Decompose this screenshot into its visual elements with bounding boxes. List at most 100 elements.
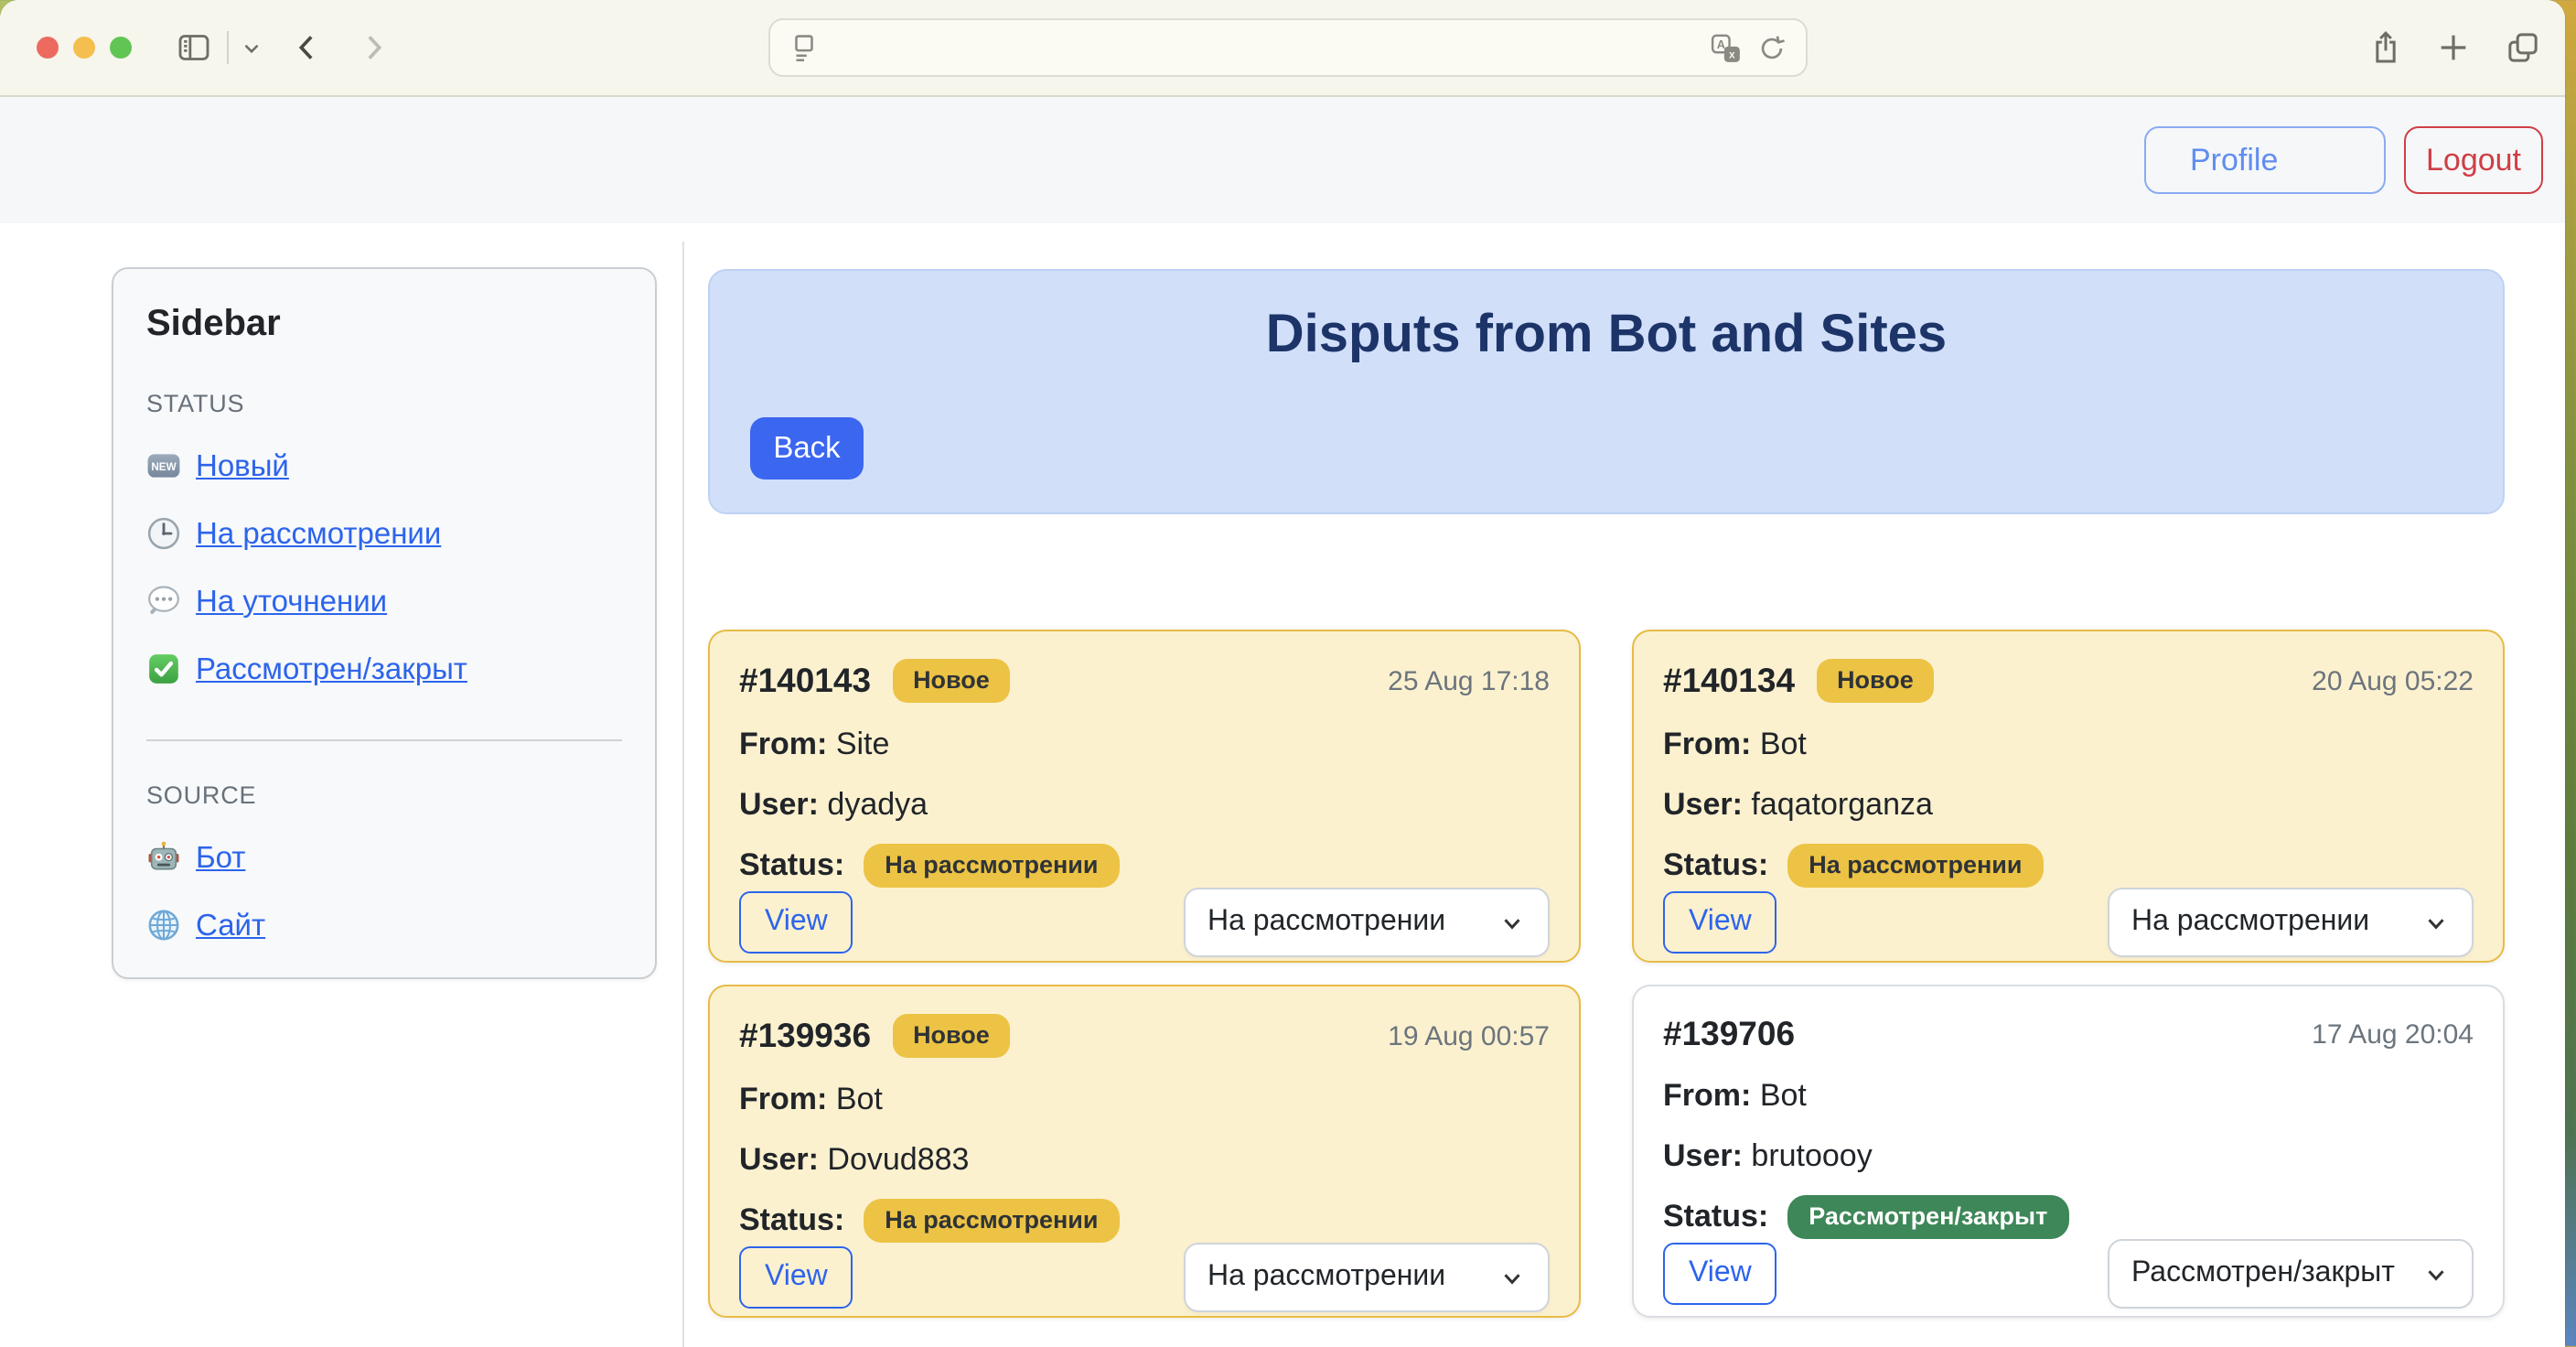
card-actions: View На рассмотрении xyxy=(1663,888,2474,957)
dispute-card: #140134 Новое 20 Aug 05:22 From: Bot Use… xyxy=(1632,630,2505,963)
translate-icon[interactable]: A x xyxy=(1711,32,1742,63)
clock-icon xyxy=(146,516,181,551)
view-button[interactable]: View xyxy=(739,1246,853,1309)
from-row: From: Bot xyxy=(1663,1078,2474,1115)
chevron-down-icon[interactable] xyxy=(240,37,263,60)
sidebar-link-бот[interactable]: Бот xyxy=(146,840,622,877)
status-badge: На рассмотрении xyxy=(863,844,1120,888)
status-badge: Рассмотрен/закрыт xyxy=(1787,1195,2069,1239)
tab-overview-icon[interactable] xyxy=(2505,29,2541,66)
page-header-panel: Disputs from Bot and Sites Back xyxy=(708,269,2505,514)
from-row: From: Site xyxy=(739,727,1550,763)
new-tab-icon[interactable] xyxy=(2435,29,2472,66)
minimize-window-button[interactable] xyxy=(73,37,95,59)
status-badge: На рассмотрении xyxy=(1787,844,2044,888)
from-value: Site xyxy=(836,727,890,761)
sidebar: Sidebar STATUS NEWНовыйНа рассмотренииНа… xyxy=(112,267,657,979)
reload-icon[interactable] xyxy=(1756,32,1787,63)
from-label: From: xyxy=(739,727,827,761)
zoom-window-button[interactable] xyxy=(110,37,132,59)
view-button[interactable]: View xyxy=(739,891,853,954)
dispute-datetime: 17 Aug 20:04 xyxy=(2312,1018,2474,1050)
forward-icon[interactable] xyxy=(355,29,392,66)
status-row: Status: На рассмотрении xyxy=(1663,844,2474,888)
toolbar-divider xyxy=(227,31,229,64)
user-row: User: Dovud883 xyxy=(739,1142,1550,1179)
status-select[interactable]: На рассмотрении xyxy=(1184,1243,1550,1312)
card-header: #140134 Новое 20 Aug 05:22 xyxy=(1663,659,2474,703)
view-button[interactable]: View xyxy=(1663,1243,1777,1305)
status-label: Status: xyxy=(739,1202,844,1239)
close-window-button[interactable] xyxy=(37,37,59,59)
status-select[interactable]: Рассмотрен/закрыт xyxy=(2108,1239,2474,1309)
dispute-id: #140143 xyxy=(739,661,871,701)
page-content: Sidebar STATUS NEWНовыйНа рассмотренииНа… xyxy=(0,223,2565,1347)
svg-text:NEW: NEW xyxy=(151,461,177,473)
sidebar-link-на-рассмотрении[interactable]: На рассмотрении xyxy=(146,516,622,553)
sidebar-toggle-icon[interactable] xyxy=(176,29,212,66)
main-column: Disputs from Bot and Sites Back #140143 … xyxy=(708,269,2505,1318)
user-label: User: xyxy=(1663,787,1743,822)
dispute-datetime: 20 Aug 05:22 xyxy=(2312,665,2474,696)
chevron-down-icon xyxy=(1498,909,1526,936)
status-select[interactable]: На рассмотрении xyxy=(1184,888,1550,957)
column-divider xyxy=(682,242,684,1347)
user-row: User: brutoooy xyxy=(1663,1138,2474,1175)
from-value: Bot xyxy=(1760,727,1807,761)
from-label: From: xyxy=(739,1082,827,1116)
dispute-datetime: 19 Aug 00:57 xyxy=(1388,1020,1550,1051)
app-header: Profile Logout xyxy=(0,97,2565,223)
dispute-id: #139936 xyxy=(739,1016,871,1056)
dispute-id: #139706 xyxy=(1663,1014,1795,1054)
sidebar-link-на-уточнении[interactable]: На уточнении xyxy=(146,584,622,620)
disputes-grid: #140143 Новое 25 Aug 17:18 From: Site Us… xyxy=(708,630,2505,1318)
dispute-card: #139936 Новое 19 Aug 00:57 From: Bot Use… xyxy=(708,985,1581,1318)
from-label: From: xyxy=(1663,1078,1751,1113)
status-badge: На рассмотрении xyxy=(863,1199,1120,1243)
status-links: NEWНовый На рассмотрении На уточнении Рассм… xyxy=(146,448,622,688)
address-bar[interactable]: A x xyxy=(768,18,1808,77)
back-icon[interactable] xyxy=(289,29,326,66)
sidebar-link-рассмотрен-закрыт[interactable]: Рассмотрен/закрыт xyxy=(146,652,622,688)
user-value: Dovud883 xyxy=(827,1142,969,1177)
share-icon[interactable] xyxy=(2367,29,2404,66)
status-label: Status: xyxy=(1663,847,1768,884)
sidebar-link-новый[interactable]: NEWНовый xyxy=(146,448,622,485)
chevron-down-icon xyxy=(2422,1260,2450,1288)
card-actions: View На рассмотрении xyxy=(739,888,1550,957)
new-badge: Новое xyxy=(893,1014,1010,1058)
dispute-id: #140134 xyxy=(1663,661,1795,701)
chevron-down-icon xyxy=(2422,909,2450,936)
sidebar-divider xyxy=(146,739,622,741)
dispute-card: #139706 17 Aug 20:04 From: Bot User: bru… xyxy=(1632,985,2505,1318)
browser-toolbar: A x xyxy=(0,0,2565,97)
user-label: User: xyxy=(1663,1138,1743,1173)
chevron-down-icon xyxy=(1498,1264,1526,1291)
dispute-card: #140143 Новое 25 Aug 17:18 From: Site Us… xyxy=(708,630,1581,963)
status-row: Status: На рассмотрении xyxy=(739,1199,1550,1243)
card-header: #140143 Новое 25 Aug 17:18 xyxy=(739,659,1550,703)
status-select-value: Рассмотрен/закрыт xyxy=(2131,1257,2395,1290)
screen: A x xyxy=(0,0,2576,1347)
dispute-datetime: 25 Aug 17:18 xyxy=(1388,665,1550,696)
from-value: Bot xyxy=(1760,1078,1807,1113)
globe-icon xyxy=(146,908,181,943)
status-row: Status: На рассмотрении xyxy=(739,844,1550,888)
logout-button[interactable]: Logout xyxy=(2404,126,2543,194)
user-row: User: faqatorganza xyxy=(1663,787,2474,824)
window-controls xyxy=(37,37,132,59)
user-row: User: dyadya xyxy=(739,787,1550,824)
status-label: Status: xyxy=(739,847,844,884)
status-label: Status: xyxy=(1663,1199,1768,1235)
status-select[interactable]: На рассмотрении xyxy=(2108,888,2474,957)
reader-mode-icon[interactable] xyxy=(789,32,820,63)
card-header: #139936 Новое 19 Aug 00:57 xyxy=(739,1014,1550,1058)
view-button[interactable]: View xyxy=(1663,891,1777,954)
user-label: User: xyxy=(739,787,819,822)
sidebar-link-сайт[interactable]: Сайт xyxy=(146,908,622,944)
profile-button[interactable]: Profile xyxy=(2144,126,2386,194)
user-value: brutoooy xyxy=(1751,1138,1872,1173)
status-row: Status: Рассмотрен/закрыт xyxy=(1663,1195,2474,1239)
browser-window: A x xyxy=(0,0,2565,1347)
back-button[interactable]: Back xyxy=(750,417,864,480)
